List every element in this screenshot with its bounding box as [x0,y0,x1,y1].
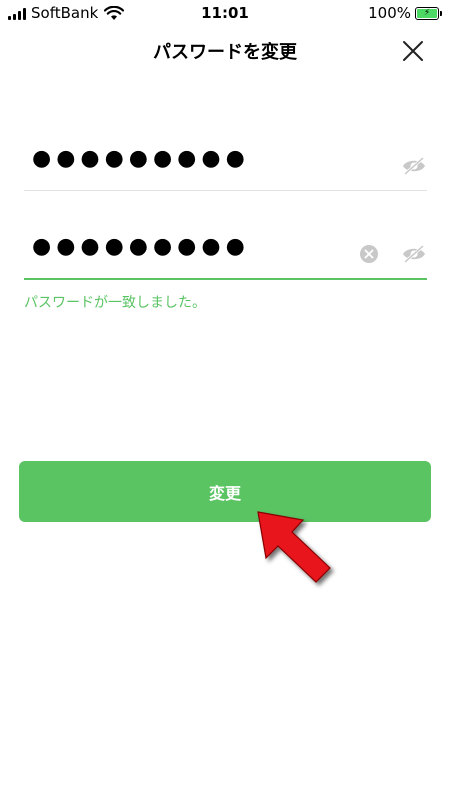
status-bar: SoftBank 11:01 100% ⚡ [0,0,450,26]
new-password-field[interactable]: ●●●●●●●●● [24,140,427,191]
red-arrow-icon [257,511,331,583]
page-title: パスワードを変更 [153,42,297,63]
password-match-message: パスワードが一致しました。 [24,295,206,311]
battery-icon: ⚡ [415,6,439,20]
clear-icon[interactable] [359,244,379,264]
confirm-password-field[interactable]: ●●●●●●●●● [24,228,427,280]
battery-percent: 100% [368,4,411,22]
password-value: ●●●●●●●●● [32,146,250,171]
change-password-screen: SoftBank 11:01 100% ⚡ パスワードを変更 ●●●●●●●●● [0,0,450,800]
status-right: 100% ⚡ [368,4,442,22]
eye-slash-icon[interactable] [401,156,427,176]
battery-cap [440,10,442,16]
change-button[interactable]: 変更 [19,461,431,522]
header: パスワードを変更 [0,30,450,72]
charging-icon: ⚡ [417,8,437,18]
close-icon[interactable] [402,40,424,62]
confirm-value: ●●●●●●●●● [32,234,250,259]
eye-slash-icon[interactable] [401,244,427,264]
